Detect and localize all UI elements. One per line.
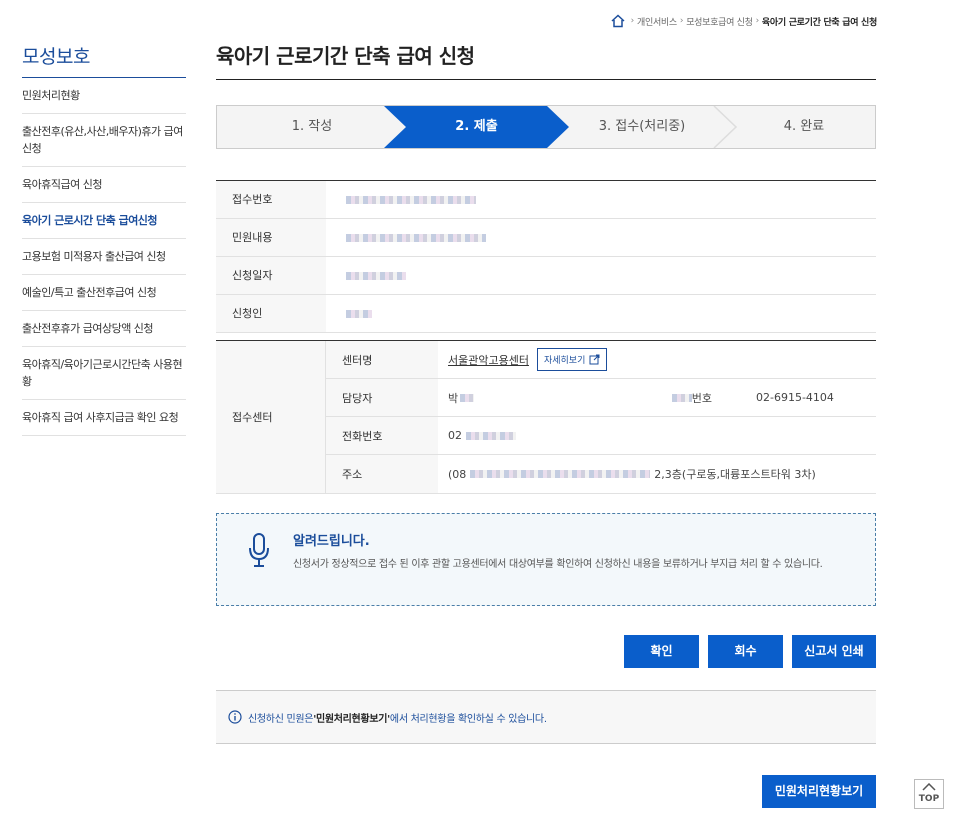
step-write: 1. 작성 — [291, 119, 333, 134]
receipt-table: 접수번호 민원내용 신청일자 신청인 — [216, 180, 876, 333]
breadcrumb-current: 육아기 근로기간 단축 급여 신청 — [761, 17, 877, 28]
step-submit: 2. 제출 — [455, 119, 498, 134]
table-row: 센터명 서울관악고용센터 자세히보기 — [326, 341, 876, 379]
notice-title: 알려드립니다. — [293, 534, 370, 549]
detail-view-button[interactable]: 자세히보기 — [536, 348, 608, 371]
phone-label: 전화번호 — [326, 417, 438, 454]
status-info-bar: 신청하신 민원은 '민원처리현황보기' 에서 처리현황을 확인하실 수 있습니다… — [216, 690, 876, 744]
redacted-text — [460, 393, 475, 402]
sidebar-item-uninsured-birth[interactable]: 고용보험 미적용자 출산급여 신청 — [22, 239, 186, 275]
notice-text: 신청서가 정상적으로 접수 된 이후 관할 고용센터에서 대상여부를 확인하여 … — [293, 559, 823, 570]
print-form-button[interactable]: 신고서 인쇄 — [792, 635, 876, 668]
info-text-suffix: 에서 처리현황을 확인하실 수 있습니다. — [389, 713, 547, 725]
sidebar-item-deferred-payment[interactable]: 육아휴직 급여 사후지급금 확인 요청 — [22, 400, 186, 436]
view-status-button[interactable]: 민원처리현황보기 — [762, 775, 876, 808]
receipt-number-value — [326, 181, 876, 218]
table-row: 접수번호 — [216, 181, 876, 219]
redacted-text — [346, 309, 372, 318]
home-icon[interactable] — [611, 14, 625, 28]
center-group-label: 접수센터 — [216, 341, 326, 493]
external-link-icon — [589, 354, 600, 365]
sidebar: 모성보호 민원처리현황 출산전후(유산,사산,배우자)휴가 급여신청 육아휴직급… — [22, 42, 186, 436]
address-label: 주소 — [326, 455, 438, 493]
scroll-top-button[interactable]: TOP — [914, 779, 944, 809]
table-row: 민원내용 — [216, 219, 876, 257]
apply-date-label: 신청일자 — [216, 257, 326, 294]
redacted-text — [346, 233, 486, 242]
request-content-label: 민원내용 — [216, 219, 326, 256]
chevron-up-icon — [922, 782, 936, 791]
breadcrumb-item[interactable]: 모성보호급여 신청 — [686, 15, 753, 28]
sidebar-item-maternity-leave[interactable]: 출산전후(유산,사산,배우자)휴가 급여신청 — [22, 114, 186, 167]
receipt-number-label: 접수번호 — [216, 181, 326, 218]
redacted-text — [671, 393, 692, 402]
table-row: 신청일자 — [216, 257, 876, 295]
applicant-label: 신청인 — [216, 295, 326, 332]
breadcrumb: › 개인서비스 › 모성보호급여 신청 › 육아기 근로기간 단축 급여 신청 — [611, 14, 877, 28]
apply-date-value — [326, 257, 876, 294]
chevron-right-icon: › — [630, 16, 635, 26]
sidebar-item-parental-leave[interactable]: 육아휴직급여 신청 — [22, 167, 186, 203]
step-complete: 4. 완료 — [783, 119, 825, 134]
applicant-value — [326, 295, 876, 332]
request-content-value — [326, 219, 876, 256]
address-suffix: 2,3층(구로동,대륭포스트타워 3차) — [654, 468, 816, 481]
table-row: 전화번호 02 — [326, 417, 876, 455]
confirm-button[interactable]: 확인 — [624, 635, 699, 668]
notice-box: 알려드립니다. 신청서가 정상적으로 접수 된 이후 관할 고용센터에서 대상여… — [216, 513, 876, 606]
chevron-right-icon: › — [755, 16, 760, 26]
center-name-link[interactable]: 서울관악고용센터 — [448, 352, 529, 368]
detail-view-label: 자세히보기 — [543, 356, 586, 366]
redacted-text — [346, 195, 476, 204]
page-title: 육아기 근로기간 단축 급여 신청 — [216, 40, 876, 80]
info-text-prefix: 신청하신 민원은 — [248, 713, 314, 725]
progress-steps: 1. 작성 2. 제출 3. 접수(처리중) 4. 완료 — [216, 105, 876, 149]
redacted-text — [470, 470, 651, 478]
sidebar-item-usage-status[interactable]: 육아휴직/육아기근로시간단축 사용현황 — [22, 347, 186, 400]
info-text-strong: '민원처리현황보기' — [313, 713, 390, 725]
microphone-icon — [247, 532, 271, 571]
manager-phone-value: 02-6915-4104 — [756, 391, 834, 404]
sidebar-title: 모성보호 — [22, 42, 186, 78]
step-received: 3. 접수(처리중) — [598, 119, 686, 134]
table-row: 신청인 — [216, 295, 876, 333]
sidebar-item-artist-birth[interactable]: 예술인/특고 출산전후급여 신청 — [22, 275, 186, 311]
manager-label: 담당자 — [326, 379, 438, 416]
address-prefix: (08 — [448, 467, 467, 481]
withdraw-button[interactable]: 회수 — [708, 635, 783, 668]
center-name-label: 센터명 — [326, 341, 438, 378]
sidebar-item-equivalent-amount[interactable]: 출산전후휴가 급여상당액 신청 — [22, 311, 186, 347]
sidebar-item-status[interactable]: 민원처리현황 — [22, 78, 186, 114]
breadcrumb-item[interactable]: 개인서비스 — [637, 15, 677, 28]
table-row: 담당자 박 번호 02-6915-4104 — [326, 379, 876, 417]
phone-value: 02 — [448, 429, 462, 442]
info-icon — [228, 710, 242, 724]
manager-value: 박 — [448, 391, 459, 405]
redacted-text — [466, 431, 516, 440]
sidebar-item-reduced-hours[interactable]: 육아기 근로시간 단축 급여신청 — [22, 203, 186, 239]
manager-phone-label: 번호 — [671, 390, 712, 406]
redacted-text — [346, 271, 406, 280]
top-label: TOP — [918, 794, 940, 804]
table-row: 주소 (08 2,3층(구로동,대륭포스트타워 3차) — [326, 455, 876, 493]
chevron-right-icon: › — [679, 16, 684, 26]
center-table: 접수센터 센터명 서울관악고용센터 자세히보기 담당자 박 번호 02-6915… — [216, 340, 876, 494]
